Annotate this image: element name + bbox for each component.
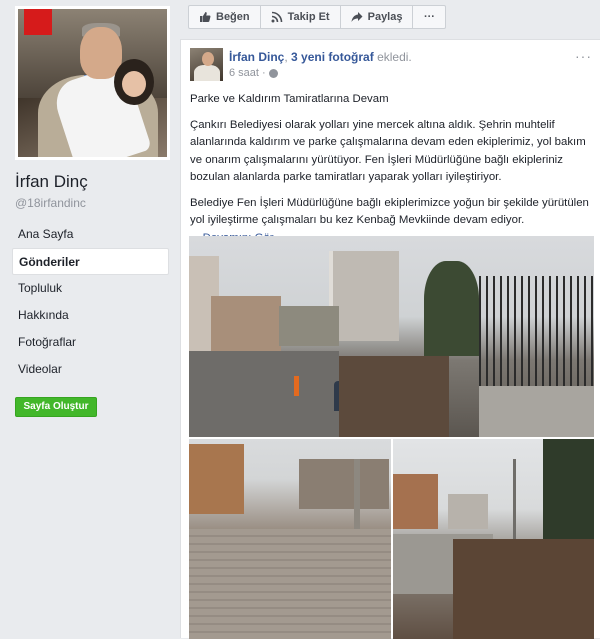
photo-apartment-2 [448, 494, 488, 529]
post-photo-3[interactable] [393, 439, 594, 639]
avatar-head [202, 52, 214, 66]
create-page-button[interactable]: Sayfa Oluştur [15, 397, 97, 417]
post-header-separator: , [284, 50, 288, 64]
nav-item-posts[interactable]: Gönderiler [12, 248, 169, 275]
page-nav: Ana Sayfa Gönderiler Topluluk Hakkında F… [12, 221, 169, 383]
post-options-icon[interactable]: ··· [575, 48, 592, 64]
page-handle[interactable]: @18irfandinc [15, 196, 86, 210]
photo-pavement [189, 529, 391, 639]
photo-traffic-cone [294, 376, 299, 396]
page-name[interactable]: İrfan Dinç [15, 172, 88, 192]
post-header: İrfan Dinç, 3 yeni fotoğraf ekledi. [229, 50, 412, 64]
post-paragraph-1: Çankırı Belediyesi olarak yolları yine m… [190, 118, 586, 184]
nav-item-videos[interactable]: Videolar [12, 356, 169, 383]
photo-tree [424, 261, 479, 356]
post-title: Parke ve Kaldırım Tamiratlarına Devam [190, 93, 389, 105]
post-time[interactable]: 6 saat · [229, 67, 266, 79]
photo-wall [479, 386, 594, 437]
photo-pine-tree [543, 439, 594, 539]
photo-apartment [393, 474, 438, 529]
share-button[interactable]: Paylaş [339, 5, 414, 29]
photo-house [189, 444, 244, 514]
post-card: İrfan Dinç, 3 yeni fotoğraf ekledi. 6 sa… [180, 39, 600, 639]
photo-dirt-area [339, 356, 449, 437]
share-label: Paylaş [367, 11, 403, 23]
photo-lamp-post [513, 459, 516, 539]
profile-photo[interactable] [15, 6, 170, 160]
follow-button[interactable]: Takip Et [259, 5, 341, 29]
post-text: Parke ve Kaldırım Tamiratlarına Devam Ça… [190, 91, 598, 255]
photo-building-brick [211, 296, 281, 356]
like-label: Beğen [216, 11, 250, 23]
globe-icon [268, 68, 278, 78]
page-action-bar: Beğen Takip Et Paylaş ··· [188, 5, 447, 29]
photo-hill [279, 306, 339, 346]
post-meta: 6 saat · [229, 67, 278, 79]
post-photo-2[interactable] [189, 439, 391, 639]
photo-pole [354, 459, 360, 529]
nav-item-about[interactable]: Hakkında [12, 302, 169, 329]
author-avatar[interactable] [190, 48, 223, 81]
more-options-button[interactable]: ··· [412, 5, 447, 29]
nav-item-home[interactable]: Ana Sayfa [12, 221, 169, 248]
photo-trees [299, 459, 389, 509]
avatar-body [194, 65, 220, 81]
share-arrow-icon [351, 12, 363, 22]
like-button[interactable]: Beğen [188, 5, 261, 29]
photo-count-link[interactable]: 3 yeni fotoğraf [291, 50, 374, 64]
photo-road [189, 351, 339, 437]
photo-fence [479, 276, 594, 396]
post-author-link[interactable]: İrfan Dinç [229, 50, 284, 64]
thumbs-up-icon [200, 12, 211, 22]
post-action-text: ekledi. [377, 50, 412, 64]
left-column: İrfan Dinç @18irfandinc Ana Sayfa Gönder… [0, 0, 180, 638]
nav-item-community[interactable]: Topluluk [12, 275, 169, 302]
nav-item-photos[interactable]: Fotoğraflar [12, 329, 169, 356]
rss-follow-icon [271, 11, 282, 23]
photo-soil [453, 539, 594, 639]
photo-child-face [122, 71, 146, 97]
post-photo-1[interactable] [189, 236, 594, 437]
flag-decor [24, 9, 52, 35]
post-paragraph-2-text: Belediye Fen İşleri Müdürlüğüne bağlı ek… [190, 196, 589, 227]
photo-building-tall [329, 251, 399, 341]
follow-label: Takip Et [287, 11, 330, 23]
